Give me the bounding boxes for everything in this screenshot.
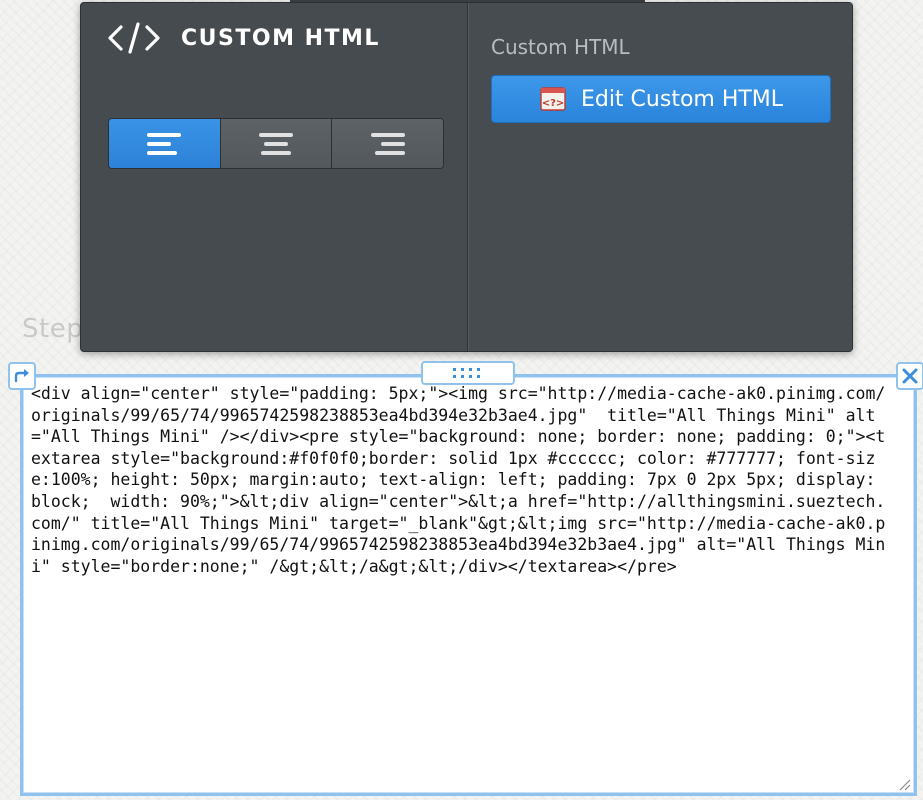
code-icon (108, 22, 160, 54)
background-step-heading: Step (22, 314, 84, 344)
align-right-button[interactable] (332, 119, 443, 168)
editor-close-button[interactable] (896, 362, 923, 390)
align-center-icon (259, 132, 293, 155)
html-code-content[interactable]: <div align="center" style="padding: 5px;… (31, 383, 894, 577)
drag-dots-icon (453, 368, 480, 378)
resize-grip-icon[interactable] (896, 776, 912, 792)
panel-right-section: Custom HTML <?> Edit Custom HTML (468, 3, 852, 351)
close-icon (902, 368, 918, 384)
edit-custom-html-label: Edit Custom HTML (580, 86, 784, 112)
custom-html-panel: CUSTOM HTML Custom HTML <?> Edit Custom … (80, 2, 853, 352)
arrow-redirect-icon (14, 369, 29, 383)
html-code-editor[interactable]: <div align="center" style="padding: 5px;… (20, 374, 917, 796)
custom-html-section-label: Custom HTML (491, 35, 630, 59)
editor-redirect-button[interactable] (8, 362, 36, 390)
panel-title-row: CUSTOM HTML (107, 21, 380, 55)
panel-left-section: CUSTOM HTML (81, 3, 468, 351)
editor-drag-handle[interactable] (421, 361, 515, 385)
align-right-icon (370, 132, 405, 155)
html-file-icon: <?> (540, 87, 566, 111)
alignment-button-group (108, 118, 444, 169)
edit-custom-html-button[interactable]: <?> Edit Custom HTML (491, 75, 831, 123)
svg-text:<?>: <?> (542, 98, 565, 109)
align-left-icon (147, 132, 182, 155)
align-left-button[interactable] (109, 119, 221, 168)
align-center-button[interactable] (220, 119, 333, 168)
panel-title: CUSTOM HTML (181, 25, 380, 51)
